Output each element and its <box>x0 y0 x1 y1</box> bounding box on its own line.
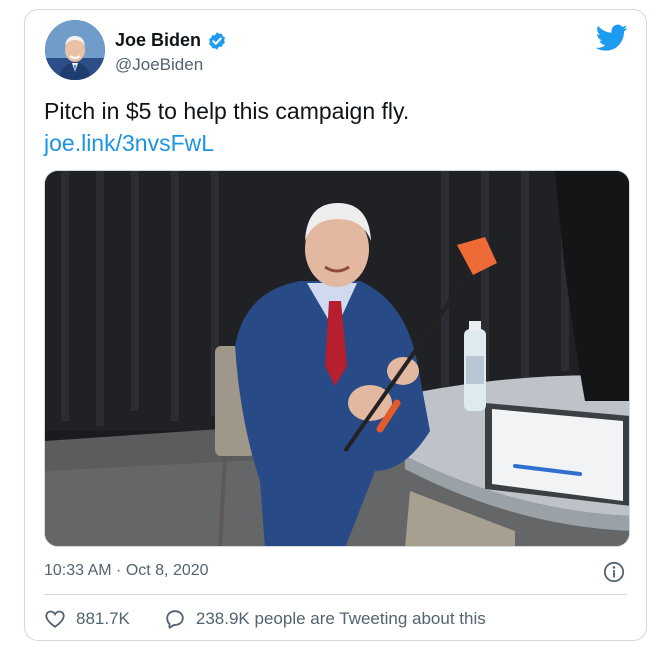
tweeting-about-text: 238.9K people are Tweeting about this <box>195 609 486 628</box>
divider <box>44 594 627 595</box>
speech-bubble-icon <box>166 610 184 629</box>
avatar-image <box>45 20 105 80</box>
verified-badge-icon <box>209 31 225 50</box>
like-button[interactable]: 881.7K <box>44 608 130 630</box>
binder <box>485 403 629 506</box>
like-count: 881.7K <box>76 609 130 628</box>
avatar[interactable] <box>45 20 105 80</box>
tweet-text: Pitch in $5 to help this campaign fly. <box>44 98 410 124</box>
author-name[interactable]: Joe Biden <box>115 30 201 51</box>
tweet-link[interactable]: joe.link/3nvsFwL <box>44 130 214 157</box>
tweeting-about-link[interactable]: 238.9K people are Tweeting about this <box>164 608 486 630</box>
photo-scene <box>45 171 629 546</box>
water-bottle <box>464 321 486 411</box>
tweet-actions: 881.7K 238.9K people are Tweeting about … <box>44 608 486 630</box>
tweet-timestamp[interactable]: 10:33 AM · Oct 8, 2020 <box>44 562 209 580</box>
tweet-photo[interactable] <box>44 170 630 547</box>
twitter-bird-icon[interactable] <box>596 24 628 52</box>
author-handle[interactable]: @JoeBiden <box>115 55 203 75</box>
author-name-row: Joe Biden <box>115 30 227 51</box>
tweet-card[interactable]: Joe Biden @JoeBiden Pitch in $5 to help … <box>24 9 647 641</box>
heart-icon <box>45 610 65 628</box>
info-icon[interactable] <box>603 561 625 583</box>
